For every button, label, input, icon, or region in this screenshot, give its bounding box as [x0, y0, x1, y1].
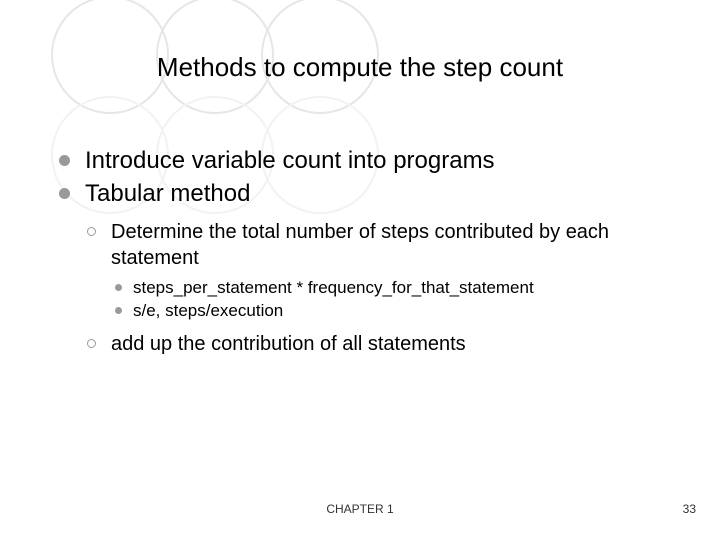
slide-body: Introduce variable count into programs T… [55, 145, 675, 363]
detail-bullet-formula: steps_per_statement * frequency_for_that… [111, 277, 675, 300]
slide-title: Methods to compute the step count [0, 52, 720, 83]
detail-text: s/e, steps/execution [133, 301, 283, 320]
detail-text: steps_per_statement * frequency_for_that… [133, 278, 534, 297]
sub-bullet-text: Determine the total number of steps cont… [111, 221, 609, 269]
footer-chapter: CHAPTER 1 [0, 502, 720, 516]
sub-bullet-text: add up the contribution of all statement… [111, 333, 466, 355]
footer-page-number: 33 [683, 502, 696, 516]
bullet-introduce-variable: Introduce variable count into programs [55, 145, 675, 176]
sub-bullet-determine-steps: Determine the total number of steps cont… [85, 219, 675, 323]
detail-bullet-se: s/e, steps/execution [111, 300, 675, 323]
sub-bullet-add-up: add up the contribution of all statement… [85, 331, 675, 357]
bullet-tabular-method: Tabular method Determine the total numbe… [55, 178, 675, 357]
bullet-text: Introduce variable count into programs [85, 147, 495, 174]
bullet-text: Tabular method [85, 180, 250, 207]
